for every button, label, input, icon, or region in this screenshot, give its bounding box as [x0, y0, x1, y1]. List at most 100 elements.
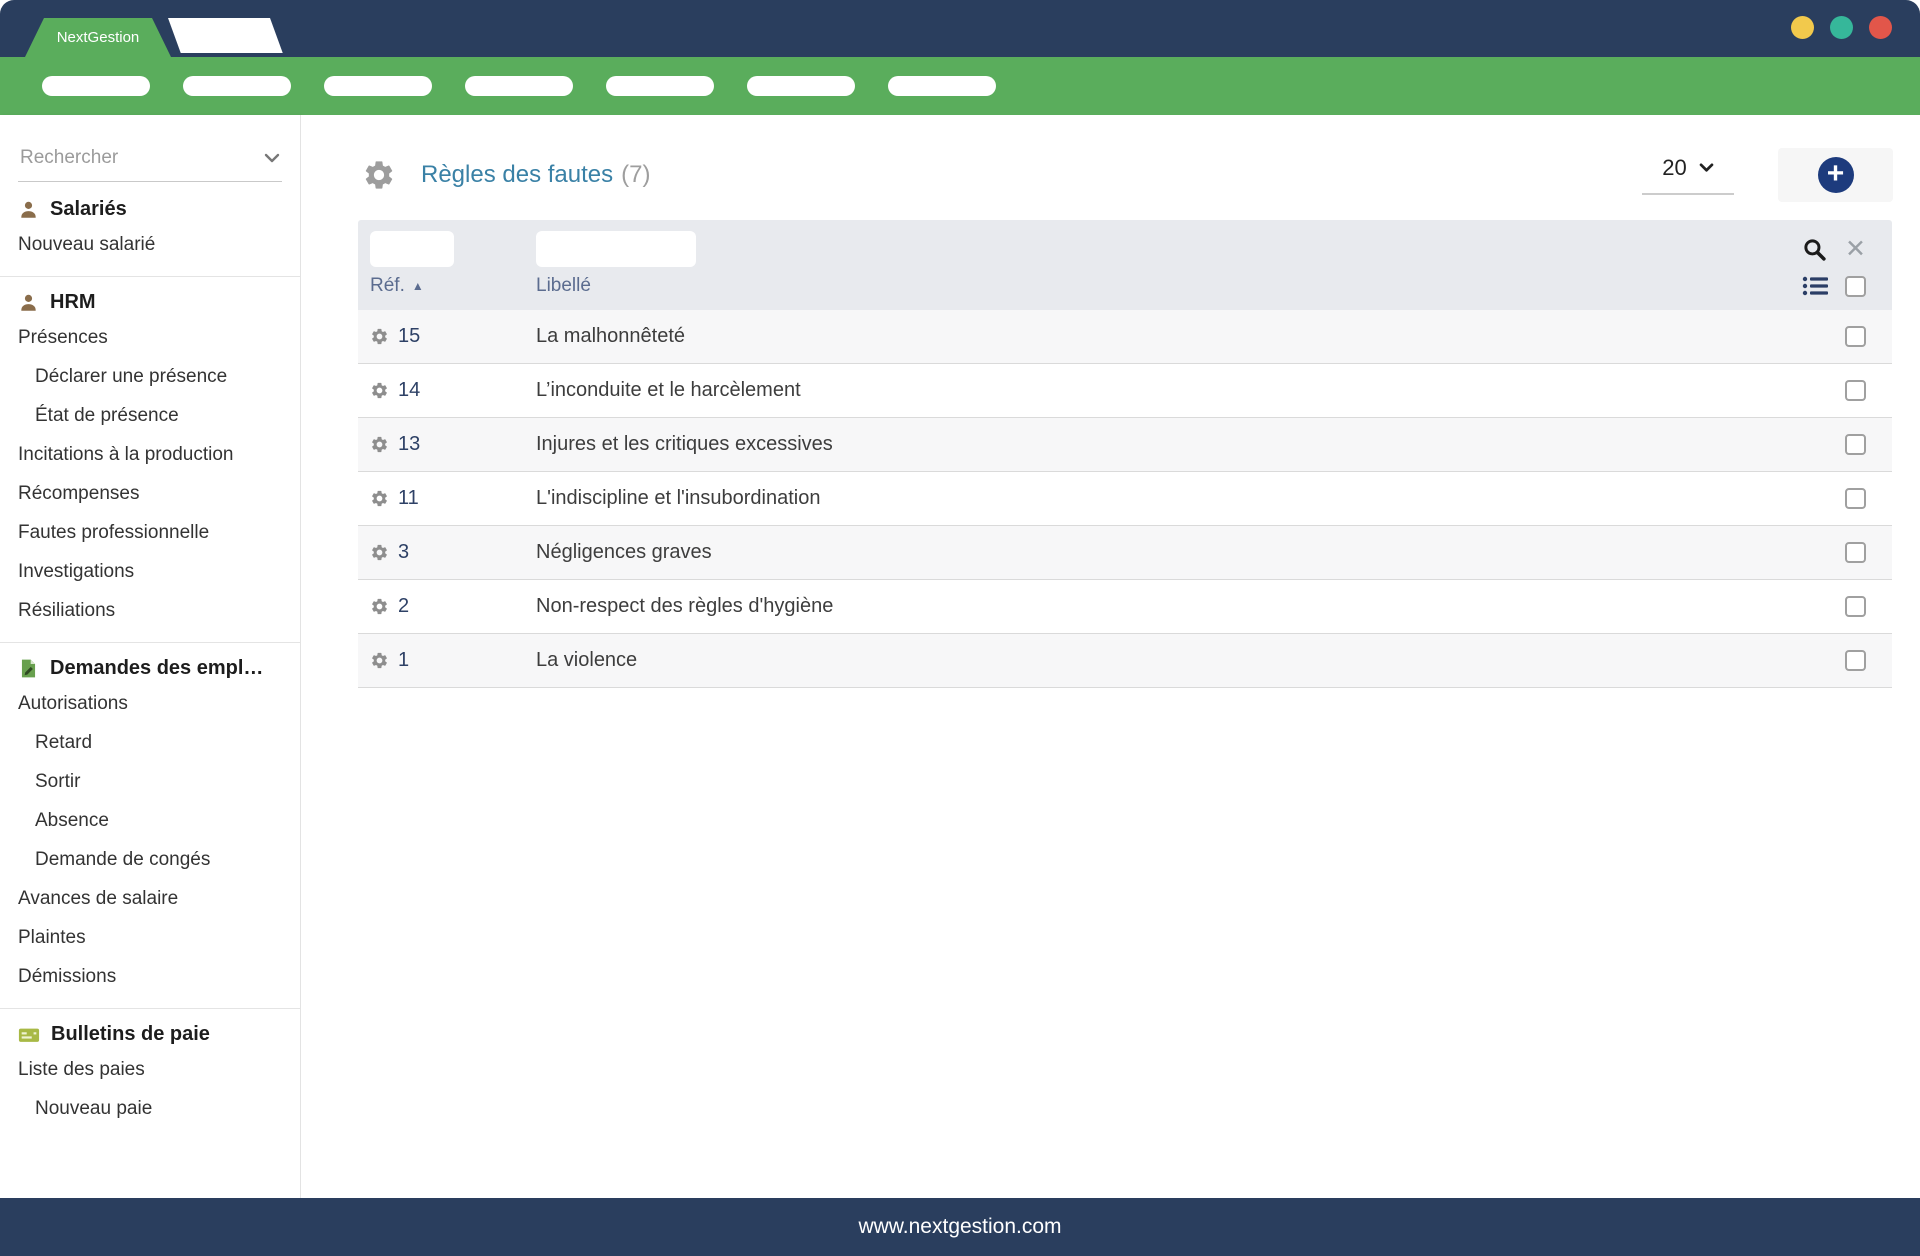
chevron-down-icon: [1699, 163, 1714, 173]
nav-pill[interactable]: [888, 76, 996, 96]
row-checkbox[interactable]: [1845, 380, 1866, 401]
sidebar-item[interactable]: Avances de salaire: [0, 879, 300, 918]
row-gear-icon[interactable]: [370, 435, 389, 454]
sidebar-divider: [0, 1008, 300, 1009]
nav-pill[interactable]: [42, 76, 150, 96]
row-checkbox[interactable]: [1845, 542, 1866, 563]
blank-tab[interactable]: [168, 18, 283, 53]
row-gear-icon[interactable]: [370, 489, 389, 508]
row-gear-icon[interactable]: [370, 327, 389, 346]
row-label: Non-respect des règles d'hygiène: [536, 595, 1845, 618]
row-label: La malhonnêteté: [536, 325, 1845, 348]
sidebar-section-header[interactable]: Salariés: [0, 188, 300, 225]
footer-url[interactable]: www.nextgestion.com: [858, 1215, 1061, 1239]
sidebar-item[interactable]: Démissions: [0, 957, 300, 996]
column-header-libelle[interactable]: Libellé: [536, 275, 1802, 297]
page-size-select[interactable]: 20: [1642, 155, 1734, 195]
nav-pill[interactable]: [183, 76, 291, 96]
table-row[interactable]: 11 L'indiscipline et l'insubordination: [358, 472, 1892, 526]
sidebar-section: Salariés Nouveau salarié: [0, 188, 300, 264]
nav-pill[interactable]: [606, 76, 714, 96]
sidebar-item[interactable]: Demande de congés: [0, 840, 300, 879]
sort-asc-icon: ▲: [412, 279, 424, 293]
sidebar-item[interactable]: Nouveau paie: [0, 1089, 300, 1128]
row-ref: 1: [398, 649, 409, 672]
sidebar-item[interactable]: Nouveau salarié: [0, 225, 300, 264]
sidebar-section-title: Salariés: [50, 198, 127, 221]
sidebar-section-title: HRM: [50, 291, 96, 314]
window-controls: [1791, 16, 1892, 39]
sidebar-item[interactable]: Sortir: [0, 762, 300, 801]
table-row[interactable]: 2 Non-respect des règles d'hygiène: [358, 580, 1892, 634]
nav-pill[interactable]: [747, 76, 855, 96]
sidebar-item[interactable]: Plaintes: [0, 918, 300, 957]
table-row[interactable]: 3 Négligences graves: [358, 526, 1892, 580]
search-icon[interactable]: [1802, 237, 1827, 262]
row-gear-icon[interactable]: [370, 381, 389, 400]
sidebar-item[interactable]: Résiliations: [0, 591, 300, 630]
list-view-icon[interactable]: [1802, 275, 1829, 297]
row-checkbox[interactable]: [1845, 326, 1866, 347]
sidebar-section: Demandes des empl… AutorisationsRetardSo…: [0, 642, 300, 996]
sidebar-item[interactable]: Incitations à la production: [0, 435, 300, 474]
nav-pill[interactable]: [465, 76, 573, 96]
sidebar-item[interactable]: Autorisations: [0, 684, 300, 723]
clear-filter-icon[interactable]: ✕: [1845, 237, 1866, 262]
footer: www.nextgestion.com: [0, 1198, 1920, 1256]
column-header-ref[interactable]: Réf. ▲: [370, 275, 536, 297]
titlebar: NextGestion: [0, 0, 1920, 57]
sidebar-section-header[interactable]: Bulletins de paie: [0, 1013, 300, 1050]
record-count: (7): [621, 161, 650, 188]
nav-pill[interactable]: [324, 76, 432, 96]
sidebar-search-select[interactable]: Rechercher: [18, 139, 282, 182]
sidebar-item[interactable]: Présences: [0, 318, 300, 357]
table-header: ✕ Réf. ▲ Libellé: [358, 220, 1892, 310]
sidebar-item[interactable]: Fautes professionnelle: [0, 513, 300, 552]
row-label: L’inconduite et le harcèlement: [536, 379, 1845, 402]
row-label: Injures et les critiques excessives: [536, 433, 1845, 456]
select-all-checkbox[interactable]: [1845, 276, 1866, 297]
add-button[interactable]: +: [1778, 148, 1893, 202]
sidebar-section-header[interactable]: Demandes des empl…: [0, 647, 300, 684]
row-gear-icon[interactable]: [370, 597, 389, 616]
row-ref: 14: [398, 379, 420, 402]
row-ref: 3: [398, 541, 409, 564]
table-row[interactable]: 13 Injures et les critiques excessives: [358, 418, 1892, 472]
ref-filter-input[interactable]: [370, 231, 454, 267]
payslip-icon: [18, 1025, 40, 1045]
table-row[interactable]: 14 L’inconduite et le harcèlement: [358, 364, 1892, 418]
row-label: L'indiscipline et l'insubordination: [536, 487, 1845, 510]
search-placeholder: Rechercher: [20, 147, 118, 169]
sidebar-divider: [0, 642, 300, 643]
brand-tab[interactable]: NextGestion: [25, 18, 171, 57]
row-checkbox[interactable]: [1845, 434, 1866, 455]
table-row[interactable]: 15 La malhonnêteté: [358, 310, 1892, 364]
row-checkbox[interactable]: [1845, 650, 1866, 671]
libelle-filter-input[interactable]: [536, 231, 696, 267]
main-nav: [0, 57, 1920, 115]
sidebar-section-title: Bulletins de paie: [51, 1023, 210, 1046]
sidebar-item[interactable]: Récompenses: [0, 474, 300, 513]
close-dot-icon[interactable]: [1869, 16, 1892, 39]
row-gear-icon[interactable]: [370, 543, 389, 562]
settings-gear-icon[interactable]: [362, 158, 396, 192]
row-ref: 15: [398, 325, 420, 348]
content-header: Règles des fautes(7) 20 +: [301, 115, 1920, 220]
row-checkbox[interactable]: [1845, 596, 1866, 617]
row-gear-icon[interactable]: [370, 651, 389, 670]
minimize-dot-icon[interactable]: [1791, 16, 1814, 39]
table-row[interactable]: 1 La violence: [358, 634, 1892, 688]
sidebar-item[interactable]: Retard: [0, 723, 300, 762]
sidebar-item[interactable]: Investigations: [0, 552, 300, 591]
sidebar-item[interactable]: État de présence: [0, 396, 300, 435]
sidebar-section-header[interactable]: HRM: [0, 281, 300, 318]
sidebar-item[interactable]: Absence: [0, 801, 300, 840]
plus-icon: +: [1818, 157, 1854, 193]
row-checkbox[interactable]: [1845, 488, 1866, 509]
sidebar-item[interactable]: Liste des paies: [0, 1050, 300, 1089]
row-label: La violence: [536, 649, 1845, 672]
maximize-dot-icon[interactable]: [1830, 16, 1853, 39]
row-ref: 11: [398, 487, 419, 510]
brand-label: NextGestion: [57, 29, 140, 46]
sidebar-item[interactable]: Déclarer une présence: [0, 357, 300, 396]
